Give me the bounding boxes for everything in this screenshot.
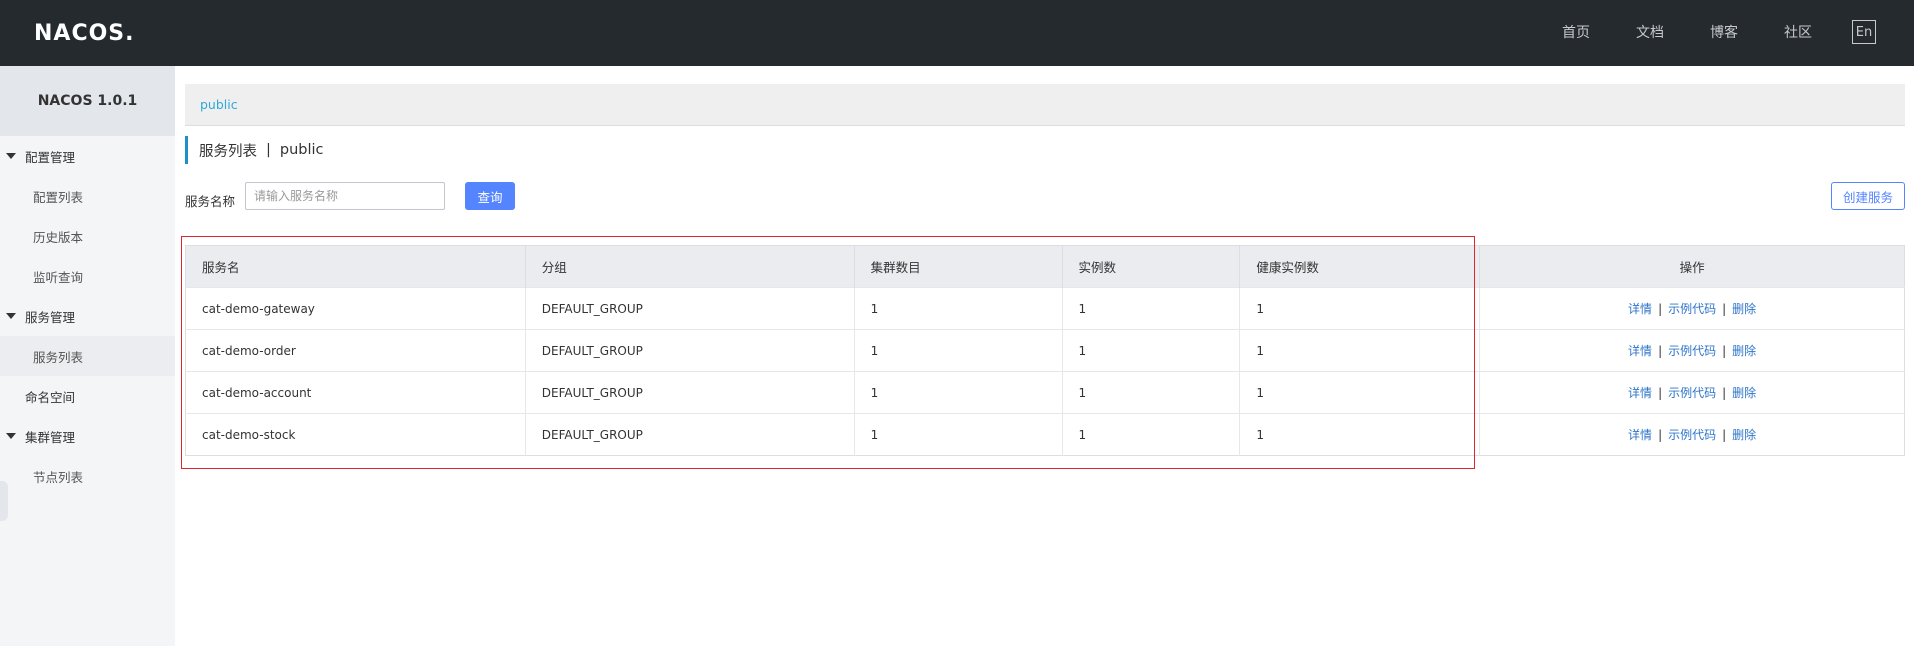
action-separator: | bbox=[1658, 344, 1663, 358]
sidebar-collapse-handle[interactable] bbox=[0, 481, 8, 521]
logo-text: NACOS. bbox=[34, 20, 135, 46]
table-row: cat-demo-stock DEFAULT_GROUP 1 1 1 详情 | 示例… bbox=[185, 413, 1905, 456]
sidebar-group-label: 服务管理 bbox=[25, 309, 76, 325]
cell-actions: 详情 | 示例代码 | 删除 bbox=[1479, 413, 1905, 456]
service-name-input[interactable] bbox=[245, 182, 445, 210]
sidebar-group-label: 集群管理 bbox=[25, 429, 76, 445]
action-separator: | bbox=[1658, 386, 1663, 400]
sidebar-item-namespace[interactable]: 命名空间 bbox=[0, 376, 175, 416]
query-button[interactable]: 查询 bbox=[465, 182, 515, 210]
details-link[interactable]: 详情 bbox=[1628, 428, 1652, 442]
top-nav: 首页 文档 博客 社区 En bbox=[1516, 20, 1876, 44]
cell-cluster-count: 1 bbox=[854, 413, 1063, 456]
cell-service-name: cat-demo-stock bbox=[185, 413, 526, 456]
cell-actions: 详情 | 示例代码 | 删除 bbox=[1479, 287, 1905, 330]
action-separator: | bbox=[1722, 428, 1727, 442]
page-title: 服务列表 | public bbox=[185, 136, 1905, 164]
sidebar-group-cluster[interactable]: 集群管理 bbox=[0, 416, 175, 456]
sidebar-item-config-list[interactable]: 配置列表 bbox=[0, 176, 175, 216]
nav-community[interactable]: 社区 bbox=[1784, 22, 1812, 42]
caret-down-icon bbox=[6, 313, 16, 319]
column-header-healthy-count: 健康实例数 bbox=[1239, 245, 1481, 288]
column-header-actions: 操作 bbox=[1479, 245, 1905, 288]
caret-down-icon bbox=[6, 433, 16, 439]
delete-link[interactable]: 删除 bbox=[1732, 344, 1756, 358]
sample-code-link[interactable]: 示例代码 bbox=[1668, 302, 1716, 316]
sidebar-group-config[interactable]: 配置管理 bbox=[0, 136, 175, 176]
action-separator: | bbox=[1722, 386, 1727, 400]
page-title-namespace: public bbox=[279, 142, 324, 158]
cell-instance-count: 1 bbox=[1062, 371, 1241, 414]
cell-instance-count: 1 bbox=[1062, 287, 1241, 330]
cell-instance-count: 1 bbox=[1062, 413, 1241, 456]
service-table: 服务名 分组 集群数目 实例数 健康实例数 操作 cat-demo-gatewa… bbox=[185, 245, 1905, 456]
page-title-separator: | bbox=[266, 142, 271, 158]
cell-cluster-count: 1 bbox=[854, 371, 1063, 414]
details-link[interactable]: 详情 bbox=[1628, 344, 1652, 358]
sidebar-group-label: 配置管理 bbox=[25, 149, 76, 165]
nav-home[interactable]: 首页 bbox=[1562, 22, 1590, 42]
sample-code-link[interactable]: 示例代码 bbox=[1668, 386, 1716, 400]
column-header-service-name: 服务名 bbox=[185, 245, 526, 288]
nav-blog[interactable]: 博客 bbox=[1710, 22, 1738, 42]
cell-actions: 详情 | 示例代码 | 删除 bbox=[1479, 371, 1905, 414]
table-row: cat-demo-gateway DEFAULT_GROUP 1 1 1 详情 |… bbox=[185, 287, 1905, 330]
cell-service-name: cat-demo-gateway bbox=[185, 287, 526, 330]
sidebar-menu: 配置管理 配置列表 历史版本 监听查询 服务管理 服务列表 命名空间 集群管理 … bbox=[0, 136, 175, 496]
cell-actions: 详情 | 示例代码 | 删除 bbox=[1479, 329, 1905, 372]
namespace-link-public[interactable]: public bbox=[200, 97, 238, 112]
page-title-text: 服务列表 bbox=[199, 143, 257, 160]
sidebar-version-title: NACOS 1.0.1 bbox=[0, 66, 175, 136]
delete-link[interactable]: 删除 bbox=[1732, 428, 1756, 442]
column-header-cluster-count: 集群数目 bbox=[854, 245, 1063, 288]
cell-instance-count: 1 bbox=[1062, 329, 1241, 372]
service-name-label: 服务名称 bbox=[185, 194, 236, 209]
details-link[interactable]: 详情 bbox=[1628, 386, 1652, 400]
cell-cluster-count: 1 bbox=[854, 287, 1063, 330]
top-header: NACOS. 首页 文档 博客 社区 En bbox=[0, 0, 1914, 66]
cell-healthy-count: 1 bbox=[1239, 371, 1481, 414]
details-link[interactable]: 详情 bbox=[1628, 302, 1652, 316]
cell-group: DEFAULT_GROUP bbox=[525, 329, 855, 372]
cell-service-name: cat-demo-order bbox=[185, 329, 526, 372]
sidebar-item-listener-query[interactable]: 监听查询 bbox=[0, 256, 175, 296]
delete-link[interactable]: 删除 bbox=[1732, 386, 1756, 400]
sidebar-group-service[interactable]: 服务管理 bbox=[0, 296, 175, 336]
sidebar-item-history[interactable]: 历史版本 bbox=[0, 216, 175, 256]
cell-service-name: cat-demo-account bbox=[185, 371, 526, 414]
cell-group: DEFAULT_GROUP bbox=[525, 371, 855, 414]
table-row: cat-demo-account DEFAULT_GROUP 1 1 1 详情 |… bbox=[185, 371, 1905, 414]
cell-healthy-count: 1 bbox=[1239, 413, 1481, 456]
sidebar-item-node-list[interactable]: 节点列表 bbox=[0, 456, 175, 496]
namespace-bar: public bbox=[185, 84, 1905, 126]
action-separator: | bbox=[1658, 428, 1663, 442]
search-row: 服务名称 查询 创建服务 bbox=[185, 180, 1905, 220]
sample-code-link[interactable]: 示例代码 bbox=[1668, 428, 1716, 442]
sample-code-link[interactable]: 示例代码 bbox=[1668, 344, 1716, 358]
delete-link[interactable]: 删除 bbox=[1732, 302, 1756, 316]
nacos-logo[interactable]: NACOS. bbox=[34, 18, 135, 48]
sidebar-item-service-list[interactable]: 服务列表 bbox=[0, 336, 175, 376]
caret-down-icon bbox=[6, 153, 16, 159]
nav-docs[interactable]: 文档 bbox=[1636, 22, 1664, 42]
cell-healthy-count: 1 bbox=[1239, 287, 1481, 330]
table-row: cat-demo-order DEFAULT_GROUP 1 1 1 详情 | 示例… bbox=[185, 329, 1905, 372]
cell-group: DEFAULT_GROUP bbox=[525, 287, 855, 330]
language-switch-button[interactable]: En bbox=[1852, 20, 1876, 44]
action-separator: | bbox=[1722, 344, 1727, 358]
column-header-instance-count: 实例数 bbox=[1062, 245, 1241, 288]
main-content: public 服务列表 | public 服务名称 查询 创建服务 bbox=[185, 84, 1905, 220]
cell-healthy-count: 1 bbox=[1239, 329, 1481, 372]
column-header-group: 分组 bbox=[525, 245, 855, 288]
create-service-button[interactable]: 创建服务 bbox=[1831, 182, 1905, 210]
cell-cluster-count: 1 bbox=[854, 329, 1063, 372]
table-header-row: 服务名 分组 集群数目 实例数 健康实例数 操作 bbox=[185, 245, 1905, 288]
cell-group: DEFAULT_GROUP bbox=[525, 413, 855, 456]
sidebar: NACOS 1.0.1 配置管理 配置列表 历史版本 监听查询 服务管理 服务列… bbox=[0, 66, 175, 646]
action-separator: | bbox=[1722, 302, 1727, 316]
action-separator: | bbox=[1658, 302, 1663, 316]
